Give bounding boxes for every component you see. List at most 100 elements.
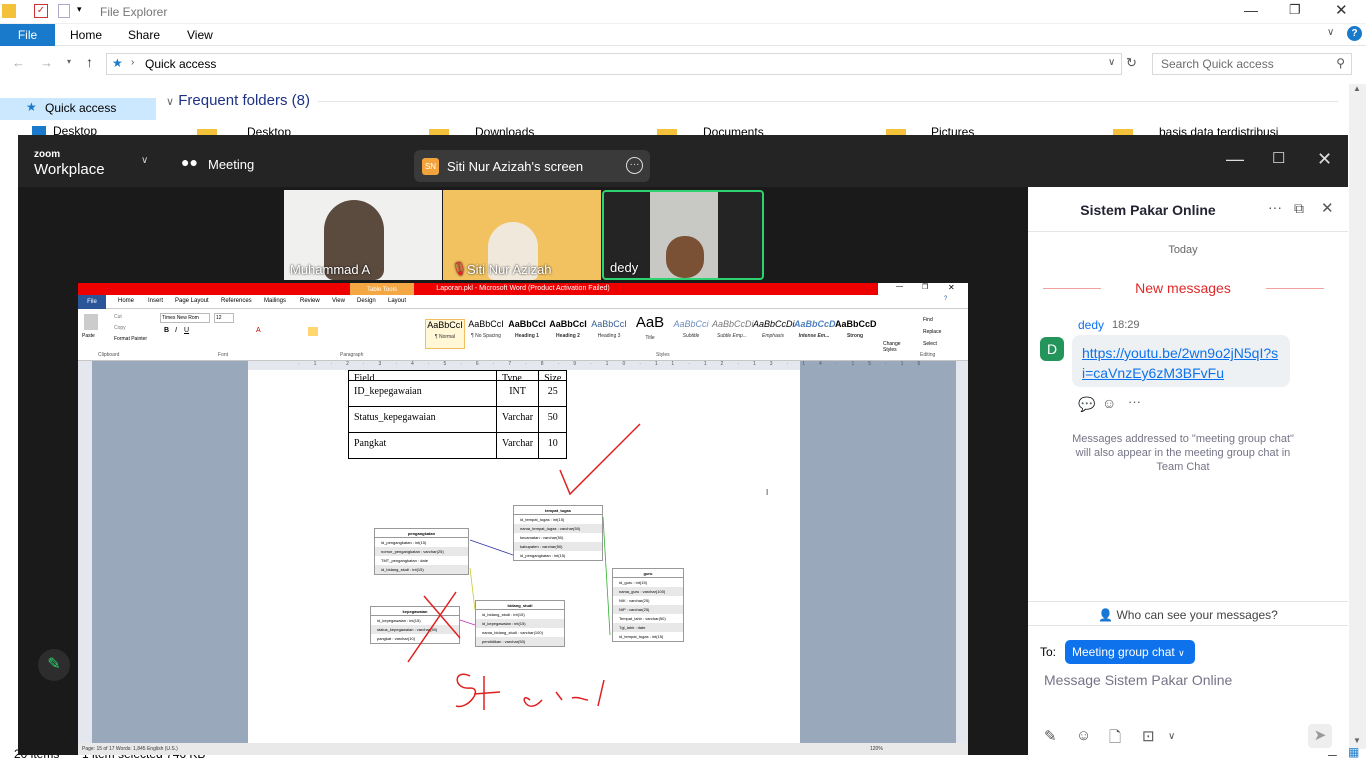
style-strong[interactable]: AaBbCcD Strong xyxy=(835,319,877,349)
paste-icon[interactable] xyxy=(84,314,98,330)
italic-icon[interactable]: I xyxy=(175,327,177,334)
nav-quick-access[interactable]: ★ Quick access xyxy=(0,98,156,120)
font-color-icon[interactable]: A xyxy=(256,327,261,334)
minimize-icon[interactable]: — xyxy=(896,283,903,290)
frequent-folders-header[interactable]: ∨ Frequent folders (8) xyxy=(166,92,310,109)
font-name-select[interactable]: Times New Rom xyxy=(160,313,210,323)
bold-icon[interactable]: B xyxy=(164,327,169,334)
tiles-view-icon[interactable]: ▦ xyxy=(1348,745,1359,759)
format-text-icon[interactable]: ✎ xyxy=(1044,727,1057,745)
word-tab-view[interactable]: View xyxy=(332,298,345,304)
close-icon[interactable]: ✕ xyxy=(1335,1,1348,19)
expand-ribbon-icon[interactable]: ∨ xyxy=(1327,27,1334,38)
restore-icon[interactable]: ❐ xyxy=(922,283,928,291)
underline-icon[interactable]: U xyxy=(184,327,189,334)
style-normal[interactable]: AaBbCcI ¶ Normal xyxy=(425,319,465,349)
message-input[interactable]: Message Sistem Pakar Online xyxy=(1044,672,1232,688)
video-tile-siti[interactable]: 🎙 Siti Nur Azizah xyxy=(443,190,601,280)
chevron-down-icon[interactable]: ∨ xyxy=(141,155,148,166)
scroll-down-icon[interactable]: ▼ xyxy=(1353,736,1361,745)
style-intense-emphasis[interactable]: AaBbCcD Intense Em... xyxy=(794,319,836,349)
tab-share[interactable]: Share xyxy=(128,28,160,42)
replace-button[interactable]: Replace xyxy=(923,329,941,335)
style-heading-2[interactable]: AaBbCcI Heading 2 xyxy=(548,319,588,349)
close-icon[interactable]: ✕ xyxy=(948,283,955,292)
recent-locations-icon[interactable]: ▾ xyxy=(67,57,71,66)
word-tab-mailings[interactable]: Mailings xyxy=(264,298,286,304)
address-input[interactable]: ★ › Quick access ∨ xyxy=(106,53,1122,75)
pop-out-icon[interactable]: ⧉ xyxy=(1294,200,1304,217)
minimize-icon[interactable]: — xyxy=(1244,2,1258,18)
word-tab-references[interactable]: References xyxy=(221,298,252,304)
recipient-dropdown[interactable]: Meeting group chat ∨ xyxy=(1065,640,1195,664)
find-button[interactable]: Find xyxy=(923,317,933,323)
customize-qat-icon[interactable]: ▾ xyxy=(77,4,82,15)
send-icon[interactable]: ➤ xyxy=(1308,724,1332,748)
select-button[interactable]: Select xyxy=(923,341,937,347)
up-icon[interactable]: ↑ xyxy=(86,54,93,70)
word-tab-design[interactable]: Design xyxy=(357,298,376,304)
address-dropdown-icon[interactable]: ∨ xyxy=(1108,57,1115,68)
explorer-scrollbar[interactable]: ▲ ▼ xyxy=(1349,84,1366,749)
style-emphasis[interactable]: AaBbCcDi Emphasis xyxy=(753,319,795,349)
word-tab-review[interactable]: Review xyxy=(300,298,320,304)
tab-home[interactable]: Home xyxy=(70,28,102,42)
more-options-icon[interactable]: ··· xyxy=(626,157,643,174)
style-no-spacing[interactable]: AaBbCcI ¶ No Spacing xyxy=(466,319,506,349)
tab-file[interactable]: File xyxy=(0,24,55,46)
search-input[interactable]: Search Quick access ⚲ xyxy=(1152,53,1352,75)
meeting-label[interactable]: Meeting xyxy=(208,157,254,172)
video-tile-muhammad[interactable]: Muhammad A xyxy=(284,190,442,280)
message-link[interactable]: https://youtu.be/2wn9o2jN5qI?si=caVnzEy6… xyxy=(1072,335,1290,387)
who-can-see-link[interactable]: 👤 Who can see your messages? xyxy=(1028,601,1348,625)
change-styles-button[interactable]: Change Styles xyxy=(883,341,913,353)
message-sender[interactable]: dedy xyxy=(1078,318,1104,332)
new-folder-icon[interactable] xyxy=(58,4,70,18)
screen-share-pill[interactable]: SN Siti Nur Azizah's screen ··· xyxy=(414,150,650,182)
help-icon[interactable]: ? xyxy=(944,296,947,302)
more-options-icon[interactable]: ··· xyxy=(1128,394,1141,409)
chevron-down-icon[interactable]: ∨ xyxy=(1168,731,1175,742)
style-subtitle[interactable]: AaBbCci Subtitle xyxy=(671,319,711,349)
paste-label[interactable]: Paste xyxy=(82,333,95,339)
font-size-select[interactable]: 12 xyxy=(214,313,234,323)
file-icon[interactable]: 🗋 xyxy=(1109,727,1121,752)
properties-icon[interactable]: ✓ xyxy=(34,4,48,18)
copy-label[interactable]: Copy xyxy=(114,325,126,331)
maximize-icon[interactable]: ☐ xyxy=(1272,149,1285,167)
format-painter-label[interactable]: Format Painter xyxy=(114,336,147,342)
close-icon[interactable]: ✕ xyxy=(1321,199,1334,217)
screenshot-icon[interactable]: ⊡ xyxy=(1142,727,1155,745)
cut-label[interactable]: Cut xyxy=(114,314,122,320)
word-tab-layout[interactable]: Layout xyxy=(388,298,406,304)
more-options-icon[interactable]: ··· xyxy=(1268,199,1282,215)
restore-icon[interactable]: ❐ xyxy=(1289,2,1301,18)
close-icon[interactable]: ✕ xyxy=(1317,149,1332,170)
refresh-icon[interactable]: ↻ xyxy=(1126,55,1137,71)
document-scrollbar[interactable] xyxy=(956,361,968,743)
zoom-level[interactable]: 120% xyxy=(870,746,883,752)
reply-icon[interactable]: 💬 xyxy=(1078,396,1095,413)
style-title[interactable]: AaB Title xyxy=(630,314,670,344)
word-page[interactable]: Field Type Size ID_kepegawaian INT 25 St… xyxy=(248,370,800,743)
word-tab-insert[interactable]: Insert xyxy=(148,298,163,304)
annotate-pencil-icon[interactable]: ✎ xyxy=(38,649,70,681)
align-left-icon[interactable] xyxy=(308,327,318,336)
style-heading-3[interactable]: AaBbCcI Heading 3 xyxy=(589,319,629,349)
back-icon[interactable]: ← xyxy=(12,55,25,70)
word-tab-page-layout[interactable]: Page Layout xyxy=(175,298,209,304)
help-icon[interactable]: ? xyxy=(1347,26,1362,41)
emoji-icon[interactable]: ☺ xyxy=(1076,727,1091,744)
word-tab-file[interactable]: File xyxy=(78,295,106,309)
word-tab-home[interactable]: Home xyxy=(118,298,134,304)
shared-screen-word[interactable]: Laporan.pkl - Microsoft Word (Product Ac… xyxy=(78,283,968,755)
style-heading-1[interactable]: AaBbCcI Heading 1 xyxy=(507,319,547,349)
minimize-icon[interactable]: — xyxy=(1226,149,1244,170)
scroll-up-icon[interactable]: ▲ xyxy=(1353,84,1361,93)
avatar[interactable]: D xyxy=(1040,337,1064,361)
video-tile-dedy[interactable]: dedy xyxy=(602,190,764,280)
emoji-reaction-icon[interactable]: ☺ xyxy=(1102,395,1116,411)
tab-view[interactable]: View xyxy=(187,28,213,42)
forward-icon[interactable]: → xyxy=(40,55,53,70)
style-subtle-emphasis[interactable]: AaBbCcDi Subtle Emp... xyxy=(712,319,754,349)
